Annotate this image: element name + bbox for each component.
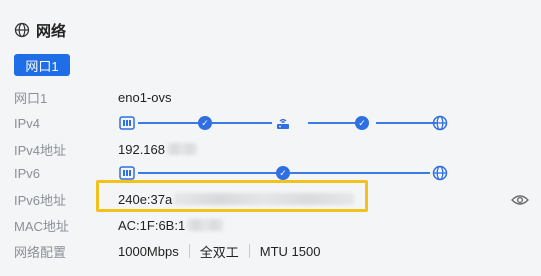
globe-icon bbox=[431, 164, 449, 182]
ipv4-link-2 bbox=[212, 122, 272, 124]
check-circle-icon: ✓ bbox=[355, 116, 369, 130]
row-network-config: 网络配置 1000Mbps 全双工 MTU 1500 bbox=[14, 238, 320, 264]
row-ipv4: IPv4 bbox=[14, 110, 118, 136]
section-header: 网络 bbox=[14, 18, 66, 42]
ipv4-link-4 bbox=[376, 122, 436, 124]
network-card: 网络 网口1 网口1 eno1-ovs IPv4 ✓ ✓ IPv4地址 192.… bbox=[0, 0, 541, 276]
row-ipv4-address: IPv4地址 192.168 bbox=[14, 136, 197, 162]
divider bbox=[188, 244, 190, 258]
config-speed: 1000Mbps bbox=[118, 243, 179, 259]
check-circle-icon: ✓ bbox=[198, 116, 212, 130]
row-port: 网口1 eno1-ovs bbox=[14, 84, 171, 110]
divider bbox=[248, 244, 250, 258]
ipv6-label: IPv6 bbox=[14, 165, 41, 181]
ipv4-link-1 bbox=[138, 122, 198, 124]
globe-icon bbox=[14, 22, 30, 38]
mac-address-value: AC:1F:6B:1 bbox=[118, 217, 186, 233]
section-title: 网络 bbox=[36, 22, 67, 40]
router-icon bbox=[274, 114, 292, 132]
mac-address-label: MAC地址 bbox=[14, 218, 69, 234]
config-mtu: MTU 1500 bbox=[259, 243, 321, 259]
redacted-text bbox=[187, 219, 224, 231]
ipv4-topology: ✓ ✓ bbox=[118, 110, 448, 136]
row-mac-address: MAC地址 AC:1F:6B:1 bbox=[14, 212, 224, 238]
port-label: 网口1 bbox=[14, 90, 48, 106]
port-value: eno1-ovs bbox=[118, 89, 172, 105]
eye-icon[interactable] bbox=[511, 193, 529, 207]
ipv4-address-label: IPv4地址 bbox=[14, 142, 67, 158]
tab-port-1[interactable]: 网口1 bbox=[14, 54, 70, 76]
redacted-text bbox=[167, 143, 197, 155]
ipv4-address-value: 192.168 bbox=[118, 141, 165, 157]
config-label: 网络配置 bbox=[14, 244, 67, 260]
config-duplex: 全双工 bbox=[199, 244, 239, 260]
highlight-box bbox=[96, 180, 368, 212]
globe-icon bbox=[431, 114, 449, 132]
network-card-icon bbox=[118, 114, 136, 132]
check-circle-icon: ✓ bbox=[276, 166, 290, 180]
ipv4-label: IPv4 bbox=[14, 115, 41, 131]
ipv6-link-1 bbox=[138, 172, 278, 174]
ipv6-link-2 bbox=[290, 172, 430, 174]
